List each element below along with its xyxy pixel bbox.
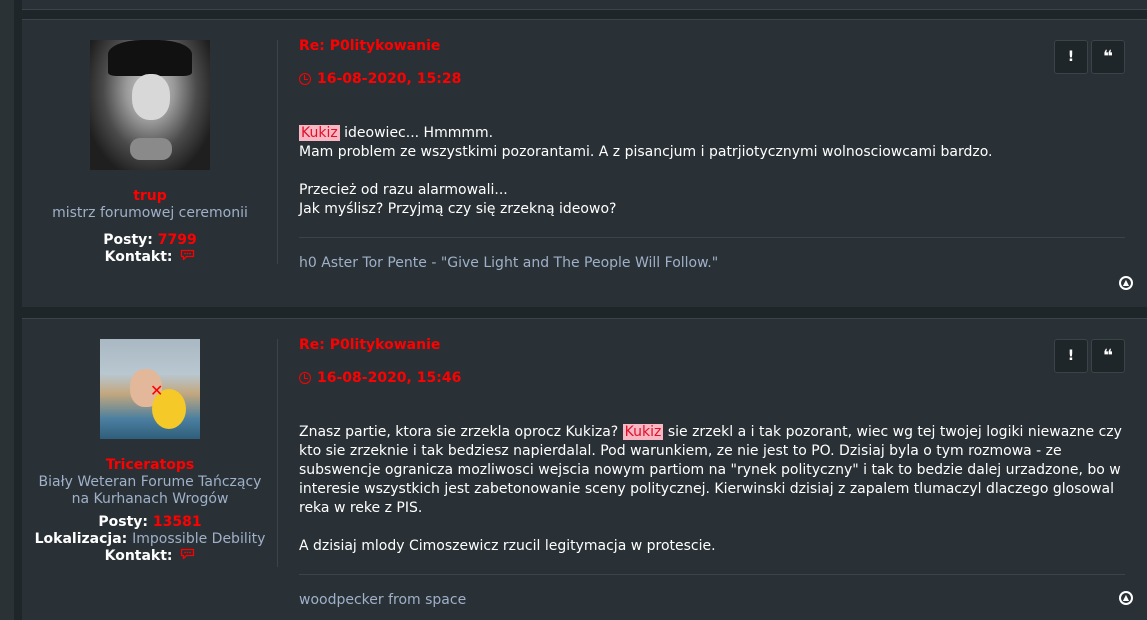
post-title[interactable]: Re: P0litykowanie <box>299 38 1125 54</box>
posts-count-value[interactable]: 7799 <box>158 232 197 248</box>
post-date-text: 16-08-2020, 15:28 <box>317 71 462 87</box>
posts-count-value[interactable]: 13581 <box>153 514 202 530</box>
posts-count-label: Posty: <box>98 514 149 530</box>
post-date[interactable]: 16-08-2020, 15:46 <box>299 370 1125 386</box>
user-stats: Posty: 13581 Lokalizacja: Impossible Deb… <box>22 514 278 565</box>
user-rank: mistrz forumowej ceremonii <box>52 205 248 221</box>
post-title[interactable]: Re: P0litykowanie <box>299 337 1125 353</box>
body-text-fragment: Znasz partie, ktora sie zrzekla oprocz K… <box>299 424 623 440</box>
exclamation-icon: ! <box>1067 348 1075 364</box>
speech-bubble-icon[interactable] <box>180 249 195 266</box>
posts-count-row: Posty: 7799 <box>22 232 278 249</box>
user-stats: Posty: 7799 Kontakt: <box>22 232 278 266</box>
body-line: Jak myślisz? Przyjmą czy się zrzekną ide… <box>299 201 617 217</box>
signature: h0 Aster Tor Pente - "Give Light and The… <box>299 255 719 271</box>
avatar-hat-shape <box>108 40 192 76</box>
location-value: Impossible Debility <box>132 531 266 547</box>
clock-icon <box>299 73 311 85</box>
body-paragraph: A dzisiaj mlody Cimoszewicz rzucil legit… <box>299 538 716 554</box>
quote-button[interactable]: ❝ <box>1091 339 1125 373</box>
profile-divider <box>277 40 278 264</box>
top-arrow: ▲ <box>1122 593 1130 602</box>
report-button[interactable]: ! <box>1054 339 1088 373</box>
forum-post: trup mistrz forumowej ceremonii Posty: 7… <box>22 19 1147 307</box>
highlighted-word: Kukiz <box>622 424 664 440</box>
contact-label: Kontakt: <box>104 249 173 265</box>
post-content: Re: P0litykowanie 16-08-2020, 15:46 Znas… <box>299 319 1125 608</box>
location-row: Lokalizacja: Impossible Debility <box>22 531 278 548</box>
avatar[interactable] <box>90 40 210 170</box>
arrow-up-circle-icon[interactable]: ▲ <box>1119 591 1133 605</box>
contact-row: Kontakt: <box>22 249 278 266</box>
location-label: Lokalizacja: <box>34 531 128 547</box>
exclamation-icon: ! <box>1067 49 1075 65</box>
speech-bubble-icon[interactable] <box>180 548 195 565</box>
body-line: Mam problem ze wszystkimi pozorantami. A… <box>299 144 993 160</box>
post-profile: ✕ Triceratops Biały Weteran Forume Tańcz… <box>22 319 278 565</box>
quote-button[interactable]: ❝ <box>1091 40 1125 74</box>
avatar-hands-shape <box>130 138 172 160</box>
post-body: Kukiz ideowiec... Hmmmm. Mam problem ze … <box>299 124 1125 219</box>
signature-divider <box>299 574 1125 575</box>
top-arrow: ▲ <box>1122 278 1130 287</box>
post-body: Znasz partie, ktora sie zrzekla oprocz K… <box>299 423 1125 556</box>
user-rank: Biały Weteran Forume Tańczący na Kurhana… <box>38 474 262 507</box>
post-date-text: 16-08-2020, 15:46 <box>317 370 462 386</box>
body-line: Przecież od razu alarmowali... <box>299 182 508 198</box>
body-text-fragment: ideowiec... Hmmmm. <box>339 125 494 141</box>
post-date[interactable]: 16-08-2020, 15:28 <box>299 71 1125 87</box>
avatar-red-mark: ✕ <box>150 381 164 400</box>
username[interactable]: trup <box>22 188 278 204</box>
body-line: Kukiz ideowiec... Hmmmm. <box>299 124 1125 143</box>
avatar[interactable]: ✕ <box>100 339 200 439</box>
arrow-up-circle-icon[interactable]: ▲ <box>1119 276 1133 290</box>
quote-icon: ❝ <box>1103 47 1113 67</box>
post-profile: trup mistrz forumowej ceremonii Posty: 7… <box>22 20 278 266</box>
forum-post: ✕ Triceratops Biały Weteran Forume Tańcz… <box>22 318 1147 620</box>
body-paragraph: Znasz partie, ktora sie zrzekla oprocz K… <box>299 423 1125 518</box>
avatar-face-shape <box>132 74 170 120</box>
post-content: Re: P0litykowanie 16-08-2020, 15:28 Kuki… <box>299 20 1125 271</box>
quote-icon: ❝ <box>1103 346 1113 366</box>
profile-divider <box>277 339 278 567</box>
posts-count-row: Posty: 13581 <box>22 514 278 531</box>
signature-divider <box>299 237 1125 238</box>
previous-post-edge <box>22 0 1147 10</box>
highlighted-word: Kukiz <box>299 125 340 141</box>
username[interactable]: Triceratops <box>22 457 278 473</box>
report-button[interactable]: ! <box>1054 40 1088 74</box>
posts-count-label: Posty: <box>103 232 153 248</box>
contact-row: Kontakt: <box>22 548 278 565</box>
signature: woodpecker from space <box>299 592 467 608</box>
contact-label: Kontakt: <box>104 548 173 564</box>
left-rail <box>0 0 14 620</box>
clock-icon <box>299 372 311 384</box>
